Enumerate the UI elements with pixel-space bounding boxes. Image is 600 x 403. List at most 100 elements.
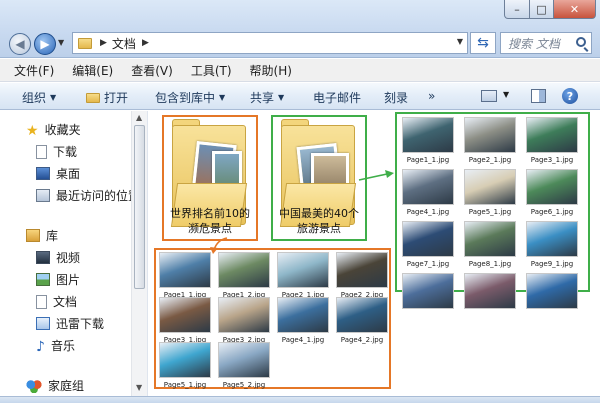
file-thumbnail[interactable]: Page1_1.jpg <box>400 117 456 164</box>
folder-label-line: 中国最美的40个 <box>279 207 359 220</box>
file-thumbnail[interactable]: Page3_2.jpg <box>216 297 272 344</box>
share-button[interactable]: 共享 ▼ <box>250 89 284 106</box>
file-thumbnail[interactable]: Page1_1.jpg <box>157 252 213 299</box>
chevron-down-icon: ▼ <box>219 93 226 102</box>
menu-view[interactable]: 查看(V) <box>131 62 173 79</box>
file-thumbnail-image <box>277 252 329 288</box>
nav-documents[interactable]: 文档 <box>36 293 77 310</box>
close-button[interactable]: ✕ <box>553 0 596 19</box>
include-in-library-button[interactable]: 包含到库中 ▼ <box>155 89 225 106</box>
view-options-dropdown[interactable]: ▼ <box>503 90 509 99</box>
file-thumbnail[interactable]: Page5_1.jpg <box>462 169 518 216</box>
file-thumbnail[interactable]: Page1_2.jpg <box>216 252 272 299</box>
file-thumbnail-image <box>526 117 578 153</box>
change-view-icon[interactable] <box>481 90 497 102</box>
search-input[interactable]: 搜索 文档 <box>500 32 592 54</box>
file-thumbnail[interactable]: Page5_1.jpg <box>157 342 213 389</box>
file-thumbnail[interactable] <box>524 273 580 312</box>
breadcrumb-separator-icon[interactable]: ▶ <box>142 38 149 48</box>
nav-recent-label: 最近访问的位置 <box>56 189 141 203</box>
forward-button[interactable]: ▶ <box>34 33 56 55</box>
help-icon[interactable]: ? <box>562 88 578 104</box>
nav-favorites-label: 收藏夹 <box>44 123 81 137</box>
file-thumbnail-image <box>336 252 388 288</box>
nav-homegroup[interactable]: 家庭组 <box>26 377 84 394</box>
menu-edit[interactable]: 编辑(E) <box>72 62 113 79</box>
menu-file[interactable]: 文件(F) <box>14 62 54 79</box>
file-thumbnail[interactable]: Page8_1.jpg <box>462 221 518 268</box>
xunlei-download-icon <box>36 317 50 330</box>
nav-pictures[interactable]: 图片 <box>36 271 80 288</box>
file-thumbnail[interactable]: Page4_2.jpg <box>334 297 390 344</box>
downloads-icon <box>36 144 47 159</box>
nav-desktop[interactable]: 桌面 <box>36 165 80 182</box>
file-thumbnail-image <box>159 297 211 333</box>
nav-documents-label: 文档 <box>53 295 78 309</box>
nav-videos[interactable]: 视频 <box>36 249 80 266</box>
email-button[interactable]: 电子邮件 <box>313 89 361 106</box>
folder-label: 中国最美的40个 旅游景点 <box>275 206 363 236</box>
file-thumbnail[interactable]: Page9_1.jpg <box>524 221 580 268</box>
folder-china-scenic-spots[interactable]: 中国最美的40个 旅游景点 <box>271 115 367 241</box>
search-placeholder: 搜索 文档 <box>508 36 560 51</box>
address-bar[interactable]: ▶ 文档 ▶ ▼ <box>72 32 468 54</box>
forward-arrow-icon: ▶ <box>40 37 50 51</box>
nav-libraries-label: 库 <box>46 229 59 243</box>
file-thumbnail[interactable]: Page4_1.jpg <box>400 169 456 216</box>
folder-icon <box>78 37 92 49</box>
file-thumbnail[interactable]: Page6_1.jpg <box>524 169 580 216</box>
file-name: Page6_1.jpg <box>530 208 574 216</box>
scroll-up-icon[interactable]: ▲ <box>136 113 142 122</box>
status-bar <box>0 396 600 403</box>
menu-tools[interactable]: 工具(T) <box>191 62 232 79</box>
back-button[interactable]: ◀ <box>9 33 31 55</box>
file-thumbnail-image <box>464 221 516 257</box>
organize-button[interactable]: 组织 ▼ <box>22 89 56 106</box>
file-name: Page3_1.jpg <box>530 156 574 164</box>
file-thumbnail-image <box>526 221 578 257</box>
file-thumbnail[interactable]: Page2_1.jpg <box>275 252 331 299</box>
file-thumbnail[interactable] <box>400 273 456 312</box>
nav-recent-places[interactable]: 最近访问的位置 <box>36 187 140 204</box>
file-thumbnail[interactable]: Page3_1.jpg <box>157 297 213 344</box>
recent-pages-dropdown[interactable]: ▼ <box>58 38 64 47</box>
file-thumbnail-image <box>464 169 516 205</box>
file-thumbnail[interactable]: Page2_2.jpg <box>334 252 390 299</box>
more-commands-button[interactable]: » <box>428 89 435 103</box>
refresh-button[interactable]: ⇆ <box>470 32 496 54</box>
nav-xunlei-downloads[interactable]: 迅雷下载 <box>36 315 104 332</box>
breadcrumb-documents[interactable]: 文档 <box>112 35 136 52</box>
file-thumbnail-image <box>526 169 578 205</box>
file-thumbnail-image <box>526 273 578 309</box>
nav-libraries[interactable]: 库 <box>26 227 58 244</box>
file-thumbnail[interactable]: Page7_1.jpg <box>400 221 456 268</box>
email-label: 电子邮件 <box>313 91 362 105</box>
burn-button[interactable]: 刻录 <box>384 89 408 106</box>
file-thumbnail[interactable]: Page5_2.jpg <box>216 342 272 389</box>
file-name: Page7_1.jpg <box>406 260 450 268</box>
maximize-button[interactable]: □ <box>529 0 554 19</box>
navigation-scrollbar[interactable]: ▲ ▼ <box>131 111 147 396</box>
menu-help[interactable]: 帮助(H) <box>250 62 292 79</box>
search-icon[interactable] <box>576 37 586 47</box>
file-thumbnail-image <box>277 297 329 333</box>
breadcrumb-separator-icon[interactable]: ▶ <box>100 38 107 48</box>
back-arrow-icon: ◀ <box>15 37 25 51</box>
nav-favorites[interactable]: ★ 收藏夹 <box>26 121 81 139</box>
file-thumbnail[interactable]: Page2_1.jpg <box>462 117 518 164</box>
file-thumbnail[interactable] <box>462 273 518 312</box>
nav-downloads[interactable]: 下载 <box>36 143 77 160</box>
recent-places-icon <box>36 189 50 202</box>
scroll-down-icon[interactable]: ▼ <box>136 383 142 392</box>
file-thumbnail[interactable]: Page3_1.jpg <box>524 117 580 164</box>
file-thumbnail-image <box>218 252 270 288</box>
address-dropdown-icon[interactable]: ▼ <box>457 37 463 46</box>
folder-endangered-sites[interactable]: 世界排名前10的 濒危景点 <box>162 115 258 241</box>
folder-label-line: 濒危景点 <box>188 222 232 235</box>
nav-music[interactable]: ♪ 音乐 <box>36 337 75 355</box>
scrollbar-thumb[interactable] <box>134 125 145 289</box>
file-thumbnail[interactable]: Page4_1.jpg <box>275 297 331 344</box>
preview-pane-icon[interactable] <box>531 89 546 103</box>
minimize-button[interactable]: – <box>504 0 530 19</box>
open-button[interactable]: 打开 <box>86 89 128 106</box>
